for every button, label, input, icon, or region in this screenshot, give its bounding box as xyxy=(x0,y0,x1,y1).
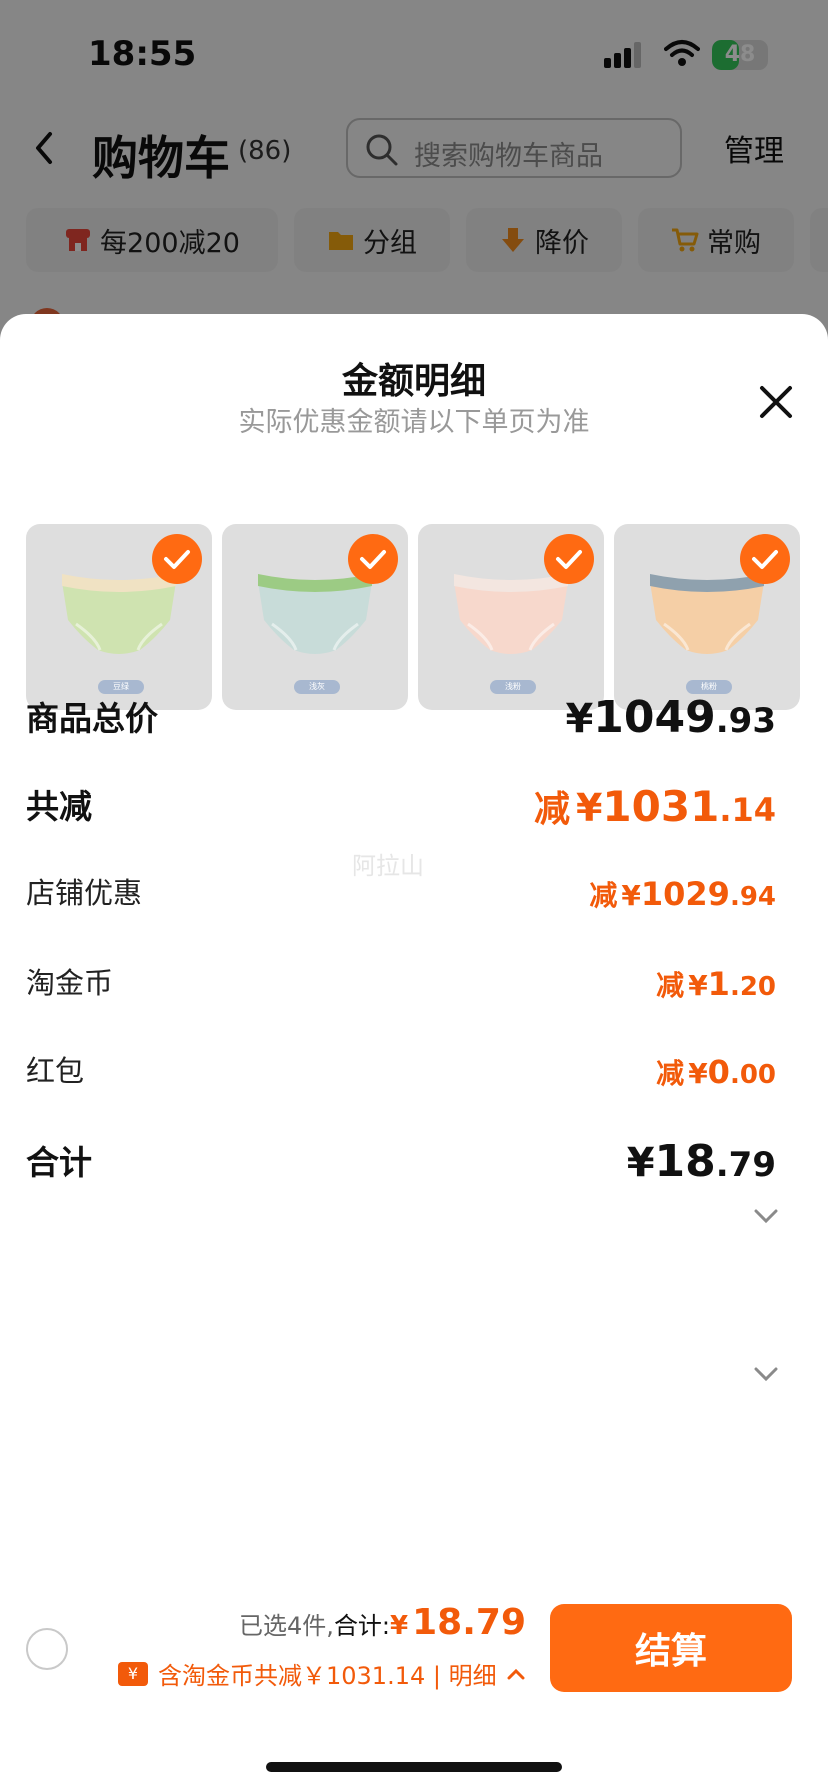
row-shop-discount[interactable]: 店铺优惠 减 ¥ 1029 .94 xyxy=(26,870,776,930)
amount-integer: 1031 xyxy=(602,782,720,831)
amount-decimal: .93 xyxy=(715,701,776,741)
row-taojinbi: 淘金币 减 ¥ 1 .20 xyxy=(26,960,776,1020)
discount-detail-link[interactable]: ¥ 含淘金币共减￥1031.14 | 明细 xyxy=(118,1656,527,1691)
amount-integer: 18 xyxy=(654,1136,716,1187)
selected-check-icon[interactable] xyxy=(152,534,202,584)
row-label: 共减 xyxy=(26,787,92,826)
amount-integer: 0 xyxy=(707,1053,730,1091)
row-label: 合计 xyxy=(26,1143,92,1182)
chevron-down-icon[interactable] xyxy=(752,1206,780,1226)
row-total-saved: 共减 减 ¥ 1031 .14 xyxy=(26,780,776,840)
currency-symbol: ¥ xyxy=(565,696,594,742)
row-label: 红包 xyxy=(26,1054,85,1088)
row-label: 店铺优惠 xyxy=(26,876,143,910)
sheet-title: 金额明细 xyxy=(341,361,486,402)
row-total-price: 商品总价 ¥ 1049 .93 xyxy=(26,692,776,752)
row-value: 减 ¥ 1031 .14 xyxy=(534,780,776,832)
currency-symbol: ¥ xyxy=(390,1611,409,1641)
discount-prefix: 减 xyxy=(589,879,618,912)
product-thumbnail[interactable]: 桃粉 xyxy=(614,524,800,710)
sheet-subtitle: 实际优惠金额请以下单页为准 xyxy=(238,407,590,438)
row-sum: 合计 ¥ 18 .79 xyxy=(26,1136,776,1196)
amount-decimal: .20 xyxy=(729,972,776,1002)
row-red-packet[interactable]: 红包 减 ¥ 0 .00 xyxy=(26,1048,776,1108)
row-value: 减 ¥ 1 .20 xyxy=(656,964,776,1004)
amount-decimal: .79 xyxy=(715,1145,776,1185)
amount-integer: 1 xyxy=(707,965,730,1003)
selected-count: 已选4件, xyxy=(239,1612,334,1640)
select-all-checkbox[interactable] xyxy=(26,1628,68,1670)
amount-decimal: .94 xyxy=(729,882,776,912)
selected-check-icon[interactable] xyxy=(348,534,398,584)
product-thumbnail[interactable]: 豆绿 xyxy=(26,524,212,710)
selected-check-icon[interactable] xyxy=(740,534,790,584)
row-value: ¥ 18 .79 xyxy=(627,1136,776,1187)
coupon-icon: ¥ xyxy=(118,1661,148,1686)
product-thumbnail[interactable]: 浅灰 xyxy=(222,524,408,710)
discount-prefix: 减 xyxy=(656,1057,685,1090)
selected-check-icon[interactable] xyxy=(544,534,594,584)
row-label: 商品总价 xyxy=(26,699,158,738)
currency-symbol: ¥ xyxy=(688,1057,708,1090)
row-value: ¥ 1049 .93 xyxy=(565,692,776,743)
amount-decimal: .00 xyxy=(729,1060,776,1090)
selected-products: 豆绿 浅灰 浅粉 桃粉 xyxy=(26,524,802,710)
discount-prefix: 减 xyxy=(533,789,570,830)
selection-summary: 已选4件, 合计: ¥ 18.79 xyxy=(239,1602,526,1643)
amount-integer: 1049 xyxy=(593,692,716,743)
currency-symbol: ¥ xyxy=(626,1140,655,1186)
discount-text: 含淘金币共减￥1031.14 | 明细 xyxy=(158,1662,497,1690)
currency-symbol: ¥ xyxy=(575,786,603,830)
close-icon[interactable] xyxy=(756,382,796,422)
row-value: 减 ¥ 0 .00 xyxy=(656,1052,776,1092)
currency-symbol: ¥ xyxy=(688,969,708,1002)
currency-symbol: ¥ xyxy=(621,879,641,912)
discount-prefix: 减 xyxy=(656,969,685,1002)
amount-decimal: .14 xyxy=(719,791,776,829)
total-label: 合计: xyxy=(333,1612,391,1640)
amount-detail-sheet: 金额明细 实际优惠金额请以下单页为准 豆绿 浅灰 浅粉 桃粉 阿拉山 商品总价 ¥ 1… xyxy=(0,314,828,1792)
row-label: 淘金币 xyxy=(26,966,114,1000)
row-value: 减 ¥ 1029 .94 xyxy=(589,874,776,914)
amount-integer: 1029 xyxy=(640,875,730,913)
home-indicator xyxy=(266,1762,562,1772)
checkout-button[interactable]: 结算 xyxy=(550,1604,792,1692)
chevron-up-icon xyxy=(507,1668,525,1679)
chevron-down-icon[interactable] xyxy=(752,1364,780,1384)
total-amount: 18.79 xyxy=(412,1602,526,1643)
product-thumbnail[interactable]: 浅粉 xyxy=(418,524,604,710)
